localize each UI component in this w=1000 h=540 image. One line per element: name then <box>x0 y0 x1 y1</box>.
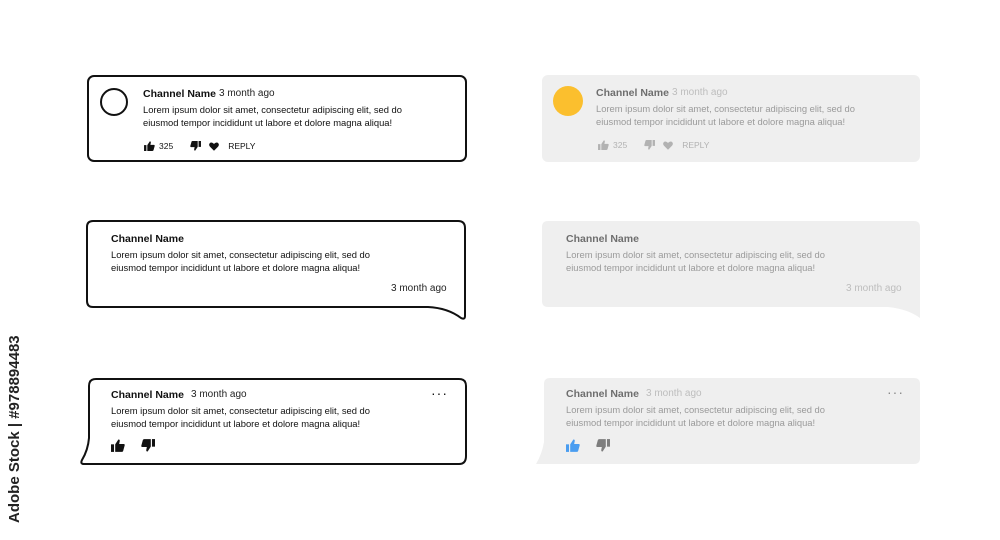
channel-name[interactable]: Channel Name <box>566 388 639 400</box>
dislike-button[interactable] <box>644 140 656 150</box>
dislike-button[interactable] <box>190 141 202 151</box>
comment-actions <box>566 439 610 452</box>
like-button[interactable]: 325 <box>598 140 627 150</box>
like-button[interactable]: 325 <box>144 141 173 151</box>
comment-text: Lorem ipsum dolor sit amet, consectetur … <box>111 405 370 429</box>
comment-time: 3 month ago <box>846 283 902 294</box>
thumbs-up-icon[interactable] <box>566 439 580 452</box>
heart-button[interactable] <box>663 141 674 150</box>
reply-button[interactable]: REPLY <box>682 140 709 150</box>
comment-text: Lorem ipsum dolor sit amet, consectetur … <box>111 249 370 273</box>
channel-name[interactable]: Channel Name <box>111 233 184 245</box>
stock-watermark-label: Adobe Stock | #978894483 <box>6 335 23 523</box>
comment-card-bubble-grey: Channel Name Lorem ipsum dolor sit amet,… <box>542 221 920 307</box>
comment-time: 3 month ago <box>646 388 702 399</box>
heart-icon <box>663 141 674 150</box>
comment-text: Lorem ipsum dolor sit amet, consectetur … <box>143 104 402 128</box>
like-count: 325 <box>613 140 628 150</box>
thumbs-down-icon[interactable] <box>141 439 155 452</box>
comment-actions: 325 REPLY <box>598 140 709 150</box>
comment-actions <box>111 439 155 452</box>
thumbs-down-icon <box>644 140 656 150</box>
comment-card-grey-avatar: Channel Name 3 month ago Lorem ipsum dol… <box>542 75 920 162</box>
thumbs-up-icon <box>144 141 155 151</box>
thumbs-down-icon[interactable] <box>596 439 610 452</box>
channel-name[interactable]: Channel Name <box>566 233 639 245</box>
like-count: 325 <box>159 141 174 151</box>
comment-card-grey-left: Channel Name 3 month ago ··· Lorem ipsum… <box>544 378 920 464</box>
thumbs-down-icon <box>190 141 202 151</box>
avatar[interactable] <box>553 86 583 116</box>
channel-name[interactable]: Channel Name <box>143 88 216 100</box>
thumbs-up-icon[interactable] <box>111 439 125 452</box>
thumbs-up-icon <box>598 140 609 150</box>
reply-button[interactable]: REPLY <box>228 141 255 151</box>
comment-time: 3 month ago <box>672 87 728 98</box>
comment-card-outline-avatar: Channel Name 3 month ago Lorem ipsum dol… <box>87 75 467 162</box>
comment-card-bubble-right: Channel Name Lorem ipsum dolor sit amet,… <box>87 221 467 307</box>
comment-time: 3 month ago <box>219 88 275 99</box>
comment-time: 3 month ago <box>191 389 247 400</box>
more-icon[interactable]: ··· <box>887 385 904 399</box>
avatar[interactable] <box>100 88 128 116</box>
comment-text: Lorem ipsum dolor sit amet, consectetur … <box>566 404 825 428</box>
more-icon[interactable]: ··· <box>431 386 448 400</box>
channel-name[interactable]: Channel Name <box>111 389 184 401</box>
comment-text: Lorem ipsum dolor sit amet, consectetur … <box>596 103 855 127</box>
comment-text: Lorem ipsum dolor sit amet, consectetur … <box>566 249 825 273</box>
comment-time: 3 month ago <box>391 283 447 294</box>
channel-name[interactable]: Channel Name <box>596 87 669 99</box>
heart-button[interactable] <box>209 142 220 151</box>
comment-actions: 325 REPLY <box>144 141 255 151</box>
comment-card-bubble-left: Channel Name 3 month ago ··· Lorem ipsum… <box>89 379 466 464</box>
heart-icon <box>209 142 220 151</box>
